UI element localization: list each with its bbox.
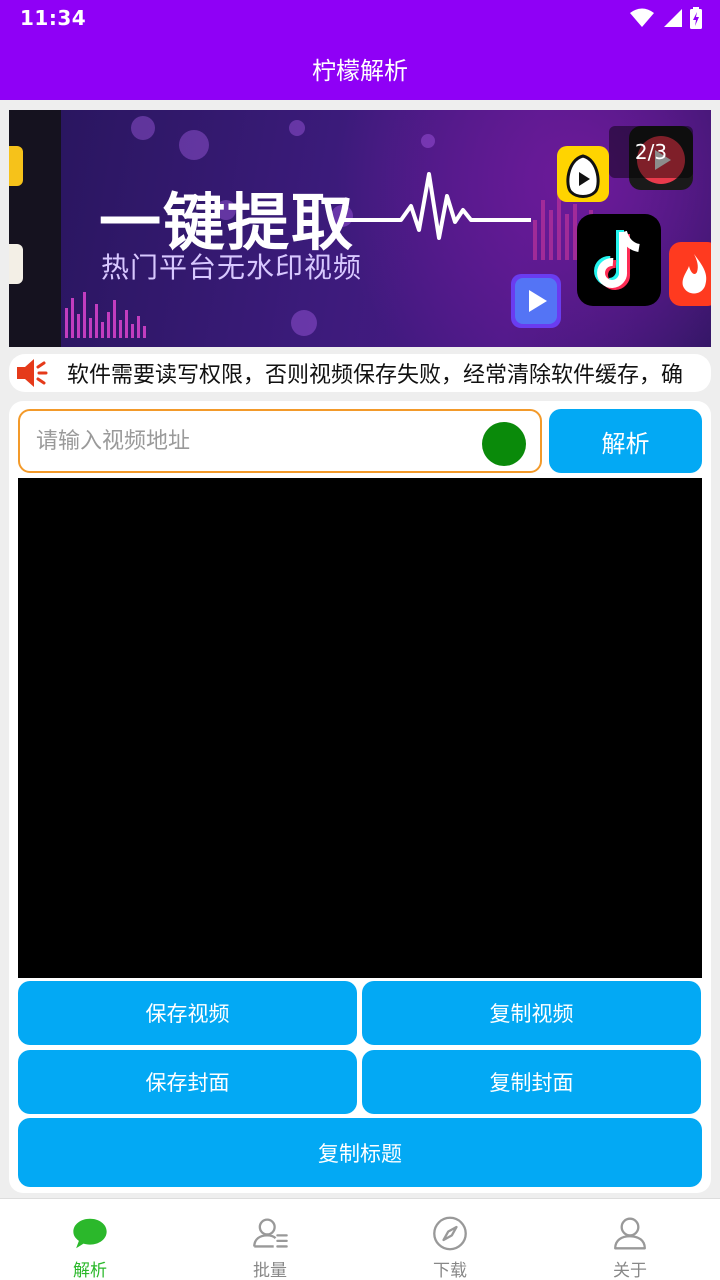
status-icons <box>630 7 702 29</box>
compass-icon <box>433 1216 467 1251</box>
banner-slide[interactable]: 一键提取 热门平台无水印视频 2/3 <box>61 110 711 347</box>
banner-subtitle: 热门平台无水印视频 <box>101 251 363 284</box>
banner-carousel[interactable]: 一键提取 热门平台无水印视频 2/3 <box>9 110 711 347</box>
nav-label-about: 关于 <box>613 1261 647 1280</box>
bottom-nav: 解析 批量 下载 关于 <box>0 1198 720 1280</box>
nav-label-parse: 解析 <box>73 1261 107 1280</box>
pulse-line <box>341 172 531 240</box>
nav-label-download: 下载 <box>433 1261 467 1280</box>
kuaishou-icon <box>511 274 561 328</box>
url-input-box[interactable] <box>18 409 542 473</box>
banner-prev-slide <box>9 110 61 347</box>
nav-label-batch: 批量 <box>253 1261 287 1280</box>
wifi-icon <box>630 8 654 27</box>
copy-cover-button[interactable]: 复制封面 <box>362 1050 701 1114</box>
notice-marquee: 软件需要读写权限，否则视频保存失败，经常清除软件缓存，确 <box>9 354 711 392</box>
waveform-left <box>65 292 146 338</box>
status-bar: 11:34 <box>0 0 720 36</box>
status-dot[interactable] <box>482 422 526 466</box>
app-bar: 柠檬解析 <box>0 36 720 100</box>
parse-button[interactable]: 解析 <box>549 409 702 473</box>
nav-item-parse[interactable]: 解析 <box>0 1199 180 1280</box>
nav-item-download[interactable]: 下载 <box>360 1199 540 1280</box>
video-url-input[interactable] <box>36 411 476 471</box>
pear-video-icon <box>557 146 609 202</box>
huoshan-icon <box>669 242 711 306</box>
person-icon <box>614 1217 646 1250</box>
save-cover-button[interactable]: 保存封面 <box>18 1050 357 1114</box>
status-time: 11:34 <box>20 6 87 30</box>
notice-text: 软件需要读写权限，否则视频保存失败，经常清除软件缓存，确 <box>67 363 684 388</box>
video-player[interactable] <box>18 478 702 978</box>
copy-title-button[interactable]: 复制标题 <box>18 1118 702 1187</box>
speaker-icon <box>9 354 53 392</box>
tiktok-icon <box>577 214 661 306</box>
user-list-icon <box>253 1218 288 1248</box>
nav-item-about[interactable]: 关于 <box>540 1199 720 1280</box>
signal-icon <box>664 9 682 27</box>
banner-page-indicator: 2/3 <box>609 126 693 178</box>
chat-bubble-icon <box>73 1218 107 1249</box>
save-video-button[interactable]: 保存视频 <box>18 981 357 1045</box>
app-title: 柠檬解析 <box>312 56 408 85</box>
parse-card: 解析 保存视频 复制视频 保存封面 复制封面 复制标题 <box>9 401 711 1193</box>
copy-video-button[interactable]: 复制视频 <box>362 981 701 1045</box>
nav-item-batch[interactable]: 批量 <box>180 1199 360 1280</box>
battery-icon <box>690 7 702 29</box>
